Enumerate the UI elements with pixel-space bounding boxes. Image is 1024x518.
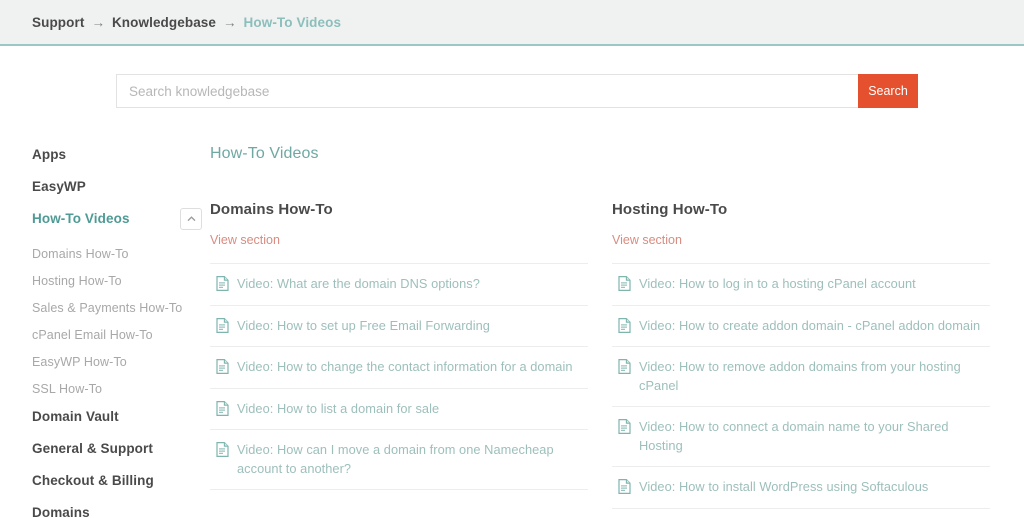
video-item-label: Video: How to set up Free Email Forwardi… <box>237 317 490 333</box>
sidebar-item-domains[interactable]: Domains <box>32 505 210 518</box>
video-list-item[interactable]: Video: How to install WordPress using So… <box>612 467 990 509</box>
page-title: How-To Videos <box>210 145 319 162</box>
view-section-link[interactable]: View section <box>210 233 280 247</box>
video-list-item[interactable]: Video: How to set up Free Email Forwardi… <box>210 306 588 348</box>
sidebar-collapse-toggle[interactable] <box>180 208 202 230</box>
sidebar-subitem-domains-how-to[interactable]: Domains How-To <box>32 247 210 261</box>
search-button[interactable]: Search <box>858 74 918 108</box>
document-icon <box>618 276 631 291</box>
breadcrumb-separator: → <box>91 14 105 30</box>
document-icon <box>216 317 229 333</box>
document-icon <box>618 419 631 435</box>
sidebar-subitem-ssl-how-to[interactable]: SSL How-To <box>32 382 210 396</box>
sidebar-active-row: How-To Videos <box>32 208 210 230</box>
video-item-label: Video: How to connect a domain name to y… <box>639 419 949 453</box>
section-hosting-how-to: Hosting How-To View section Video: How to … <box>612 201 990 509</box>
video-list: Video: What are the domain DNS options? V… <box>210 263 588 491</box>
document-icon <box>216 400 229 416</box>
video-list-item[interactable]: Video: How can I move a domain from one … <box>210 430 588 491</box>
video-list-item[interactable]: Video: How to connect a domain name to y… <box>612 407 990 468</box>
sidebar-subitem-hosting-how-to[interactable]: Hosting How-To <box>32 274 210 288</box>
sidebar-item-domain-vault[interactable]: Domain Vault <box>32 409 210 424</box>
breadcrumb-item-knowledgebase[interactable]: Knowledgebase <box>112 15 216 30</box>
document-icon <box>618 317 631 333</box>
document-icon <box>216 276 229 291</box>
search-form: Search <box>116 74 918 108</box>
sidebar-item-general-support[interactable]: General & Support <box>32 441 210 456</box>
document-icon <box>618 479 631 495</box>
breadcrumb-item-how-to-videos[interactable]: How-To Videos <box>244 15 342 30</box>
section-domains-how-to: Domains How-To View section Video: What ar… <box>210 201 588 509</box>
breadcrumb-separator: → <box>223 14 237 30</box>
video-list: Video: How to log in to a hosting cPanel… <box>612 263 990 509</box>
document-icon <box>216 359 229 375</box>
sidebar-item-apps[interactable]: Apps <box>32 147 210 162</box>
video-item-label: Video: How can I move a domain from one … <box>237 442 554 476</box>
breadcrumb: Support → Knowledgebase → How-To Videos <box>32 15 341 30</box>
video-list-item[interactable]: Video: How to remove addon domains from … <box>612 347 990 408</box>
search-input[interactable] <box>116 74 858 108</box>
breadcrumb-item-support[interactable]: Support <box>32 15 84 30</box>
sidebar-subitem-cpanel-email-how-to[interactable]: cPanel Email How-To <box>32 328 210 342</box>
view-section-link[interactable]: View section <box>612 233 682 247</box>
sidebar-item-easywp[interactable]: EasyWP <box>32 179 210 194</box>
search-section: Search <box>0 46 1024 108</box>
sidebar-subitem-sales-payments-how-to[interactable]: Sales & Payments How-To <box>32 301 210 315</box>
breadcrumb-bar: Support → Knowledgebase → How-To Videos <box>0 0 1024 46</box>
section-title: Hosting How-To <box>612 201 728 218</box>
video-item-label: Video: How to remove addon domains from … <box>639 359 961 393</box>
video-list-item[interactable]: Video: How to create addon domain - cPan… <box>612 306 990 348</box>
sidebar-subitem-easywp-how-to[interactable]: EasyWP How-To <box>32 355 210 369</box>
section-title: Domains How-To <box>210 201 333 218</box>
page-body: Apps EasyWP How-To Videos Domains How-To Hos… <box>0 108 1024 518</box>
sections-columns: Domains How-To View section Video: What ar… <box>210 201 990 509</box>
chevron-up-icon <box>187 216 195 222</box>
document-icon <box>216 442 229 458</box>
video-item-label: Video: How to install WordPress using So… <box>639 479 929 495</box>
video-list-item[interactable]: Video: How to list a domain for sale <box>210 389 588 431</box>
main-content: How-To Videos Domains How-To View section… <box>210 145 1024 518</box>
video-list-item[interactable]: Video: How to change the contact informa… <box>210 347 588 389</box>
video-list-item[interactable]: Video: How to log in to a hosting cPanel… <box>612 264 990 306</box>
sidebar: Apps EasyWP How-To Videos Domains How-To Hos… <box>32 145 210 518</box>
video-item-label: Video: How to change the contact informa… <box>237 359 573 375</box>
video-list-item[interactable]: Video: What are the domain DNS options? <box>210 264 588 306</box>
video-item-label: Video: How to list a domain for sale <box>237 400 440 416</box>
video-item-label: Video: How to log in to a hosting cPanel… <box>639 276 916 291</box>
sidebar-item-checkout-billing[interactable]: Checkout & Billing <box>32 473 210 488</box>
sidebar-subitems: Domains How-To Hosting How-To Sales & Paym… <box>32 247 210 396</box>
document-icon <box>618 359 631 375</box>
video-item-label: Video: How to create addon domain - cPan… <box>639 317 981 333</box>
sidebar-item-how-to-videos[interactable]: How-To Videos <box>32 211 130 226</box>
video-item-label: Video: What are the domain DNS options? <box>237 276 480 291</box>
